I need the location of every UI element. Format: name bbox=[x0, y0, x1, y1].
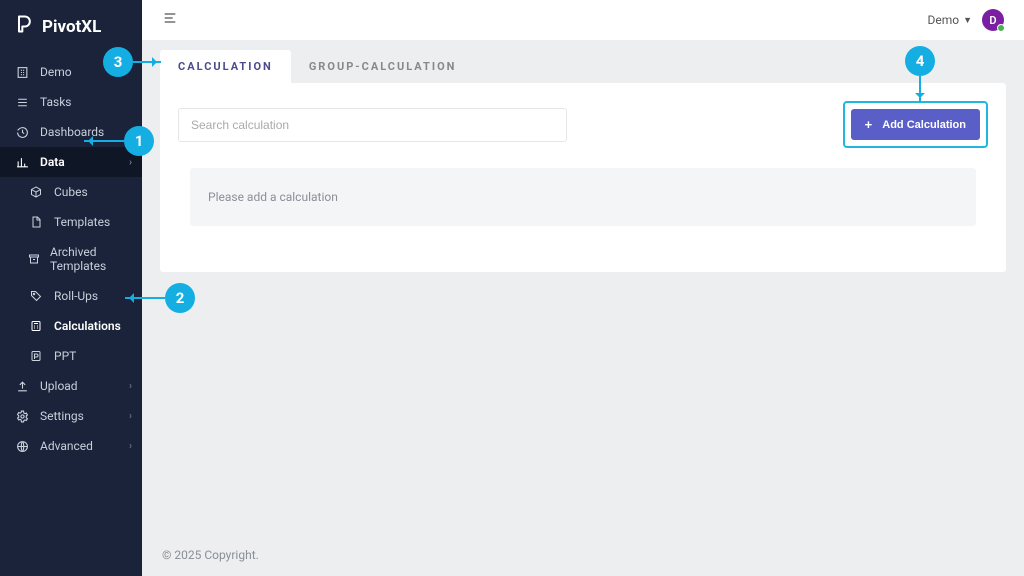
globe-icon bbox=[14, 440, 30, 453]
callout-bubble: 1 bbox=[124, 126, 154, 156]
sidebar-item-label: Demo bbox=[40, 65, 72, 79]
add-button-label: Add Calculation bbox=[882, 119, 966, 131]
sidebar-item-archived-templates[interactable]: Archived Templates bbox=[0, 237, 142, 281]
archive-icon bbox=[28, 253, 40, 265]
content: CALCULATION GROUP-CALCULATION + Add Calc… bbox=[142, 40, 1024, 576]
history-icon bbox=[14, 126, 30, 139]
building-icon bbox=[14, 66, 30, 79]
chevron-right-icon: › bbox=[129, 381, 132, 392]
sidebar-item-label: Calculations bbox=[54, 319, 121, 333]
sidebar-item-templates[interactable]: Templates bbox=[0, 207, 142, 237]
list-icon bbox=[14, 96, 30, 109]
plus-icon: + bbox=[865, 117, 873, 132]
sidebar-item-rollups[interactable]: Roll-Ups bbox=[0, 281, 142, 311]
callout-4: 4 bbox=[905, 46, 935, 102]
empty-state: Please add a calculation bbox=[190, 168, 976, 226]
sidebar-item-advanced[interactable]: Advanced › bbox=[0, 431, 142, 461]
caret-down-icon: ▼ bbox=[963, 15, 972, 26]
search-wrap bbox=[178, 108, 567, 142]
callout-1: 1 bbox=[84, 126, 154, 156]
tab-calculation[interactable]: CALCULATION bbox=[160, 50, 291, 83]
add-calculation-button[interactable]: + Add Calculation bbox=[851, 109, 980, 140]
sidebar-item-label: Archived Templates bbox=[50, 245, 128, 273]
upload-icon bbox=[14, 380, 30, 393]
add-button-highlight: + Add Calculation bbox=[843, 101, 988, 148]
user-menu[interactable]: Demo ▼ bbox=[927, 13, 972, 27]
file-icon bbox=[28, 216, 44, 228]
panel: + Add Calculation Please add a calculati… bbox=[160, 83, 1006, 272]
callout-bubble: 2 bbox=[165, 283, 195, 313]
tab-label: GROUP-CALCULATION bbox=[309, 60, 457, 73]
logo-icon bbox=[14, 14, 34, 39]
nav-list: Demo Tasks Dashboards › Data › Cubes bbox=[0, 57, 142, 461]
sidebar-item-tasks[interactable]: Tasks bbox=[0, 87, 142, 117]
tabs: CALCULATION GROUP-CALCULATION bbox=[142, 40, 1024, 83]
calc-icon bbox=[28, 320, 44, 332]
sidebar-item-settings[interactable]: Settings › bbox=[0, 401, 142, 431]
brand-name: PivotXL bbox=[42, 17, 101, 37]
sidebar-item-label: PPT bbox=[54, 349, 76, 363]
footer-text: © 2025 Copyright. bbox=[162, 548, 259, 562]
sidebar-item-label: Data bbox=[40, 155, 65, 169]
toolbar-row: + Add Calculation bbox=[178, 101, 988, 148]
callout-bubble: 3 bbox=[103, 47, 133, 77]
sidebar-item-cubes[interactable]: Cubes bbox=[0, 177, 142, 207]
menu-toggle-icon[interactable] bbox=[162, 10, 178, 30]
chevron-right-icon: › bbox=[129, 157, 132, 168]
callout-3: 3 bbox=[103, 47, 161, 77]
sidebar-item-label: Cubes bbox=[54, 185, 88, 199]
callout-bubble: 4 bbox=[905, 46, 935, 76]
sidebar-item-label: Templates bbox=[54, 215, 110, 229]
sidebar-item-label: Settings bbox=[40, 409, 84, 423]
sidebar-item-ppt[interactable]: PPT bbox=[0, 341, 142, 371]
cube-icon bbox=[28, 186, 44, 198]
sidebar-item-label: Tasks bbox=[40, 95, 72, 109]
sidebar: PivotXL Demo Tasks Dashboards › Data › bbox=[0, 0, 142, 576]
sidebar-item-calculations[interactable]: Calculations bbox=[0, 311, 142, 341]
ppt-icon bbox=[28, 350, 44, 362]
tag-icon bbox=[28, 290, 44, 302]
gear-icon bbox=[14, 410, 30, 423]
avatar[interactable]: D bbox=[982, 9, 1004, 31]
callout-2: 2 bbox=[125, 283, 195, 313]
sidebar-item-label: Advanced bbox=[40, 439, 93, 453]
empty-state-text: Please add a calculation bbox=[208, 190, 338, 204]
tab-label: CALCULATION bbox=[178, 60, 273, 73]
search-input[interactable] bbox=[178, 108, 567, 142]
avatar-initial: D bbox=[989, 14, 996, 27]
chevron-right-icon: › bbox=[129, 411, 132, 422]
main: Demo ▼ D CALCULATION GROUP-CALCULATION bbox=[142, 0, 1024, 576]
chart-icon bbox=[14, 156, 30, 169]
chevron-right-icon: › bbox=[129, 441, 132, 452]
topbar: Demo ▼ D bbox=[142, 0, 1024, 40]
sidebar-item-label: Roll-Ups bbox=[54, 289, 98, 303]
sidebar-item-upload[interactable]: Upload › bbox=[0, 371, 142, 401]
user-label: Demo bbox=[927, 13, 959, 27]
footer: © 2025 Copyright. bbox=[142, 534, 1024, 576]
tab-group-calculation[interactable]: GROUP-CALCULATION bbox=[291, 50, 475, 83]
sidebar-item-label: Upload bbox=[40, 379, 78, 393]
